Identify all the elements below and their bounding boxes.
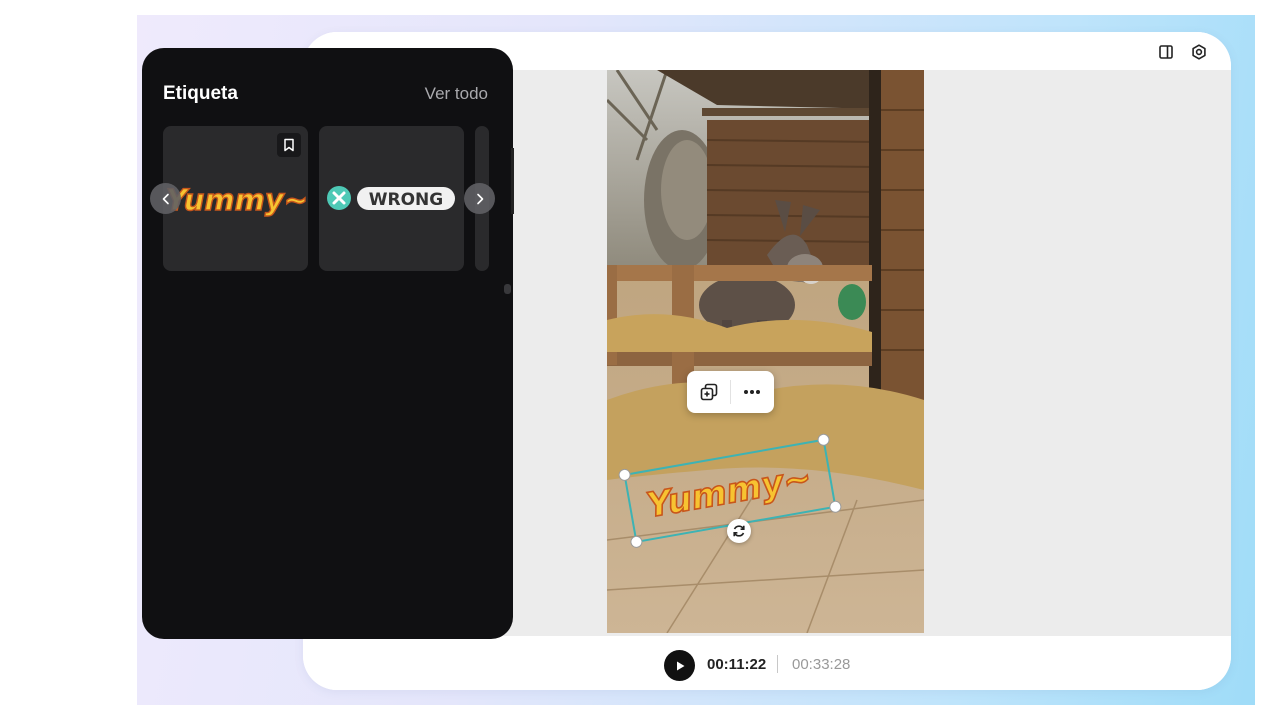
panel-edge-strip [511,148,514,214]
bookmark-button[interactable] [277,133,301,157]
toolbar-divider [730,380,731,404]
view-all-link[interactable]: Ver todo [425,84,488,104]
more-options-icon [744,390,760,394]
sticker-preview: WRONG [327,186,455,210]
video-frame[interactable]: Yummy~ [607,70,924,633]
time-separator [777,655,778,673]
more-options-button[interactable] [739,379,765,405]
sticker-card-text: WRONG [369,190,443,210]
chevron-right-icon [476,193,483,204]
play-icon [676,661,684,670]
carousel-prev-button[interactable] [150,183,181,214]
sticker-card-wrong[interactable]: WRONG [319,126,464,271]
duplicate-button[interactable] [696,379,722,405]
panel-title: Etiqueta [163,83,238,104]
total-time: 00:33:28 [792,656,851,673]
rotate-icon [733,525,745,537]
sticker-floating-toolbar [687,371,774,413]
bookmark-icon [284,138,294,152]
settings-gear-icon[interactable] [1191,44,1207,60]
duplicate-icon [700,383,718,401]
play-button[interactable] [664,650,695,681]
carousel-next-button[interactable] [464,183,495,214]
layout-panel-icon[interactable] [1158,44,1174,60]
video-scene-image: Yummy~ [607,70,924,633]
scrollbar-nub[interactable] [504,284,511,294]
chevron-left-icon [162,193,169,204]
rotate-handle[interactable] [727,519,751,543]
sticker-card-yummy[interactable]: Yummy~ [163,126,308,271]
sticker-card-text: Yummy~ [166,183,308,217]
sticker-panel: Etiqueta Ver todo Yummy~ WRONG [142,48,513,639]
current-time: 00:11:22 [707,656,767,673]
playback-bar [303,636,1231,690]
